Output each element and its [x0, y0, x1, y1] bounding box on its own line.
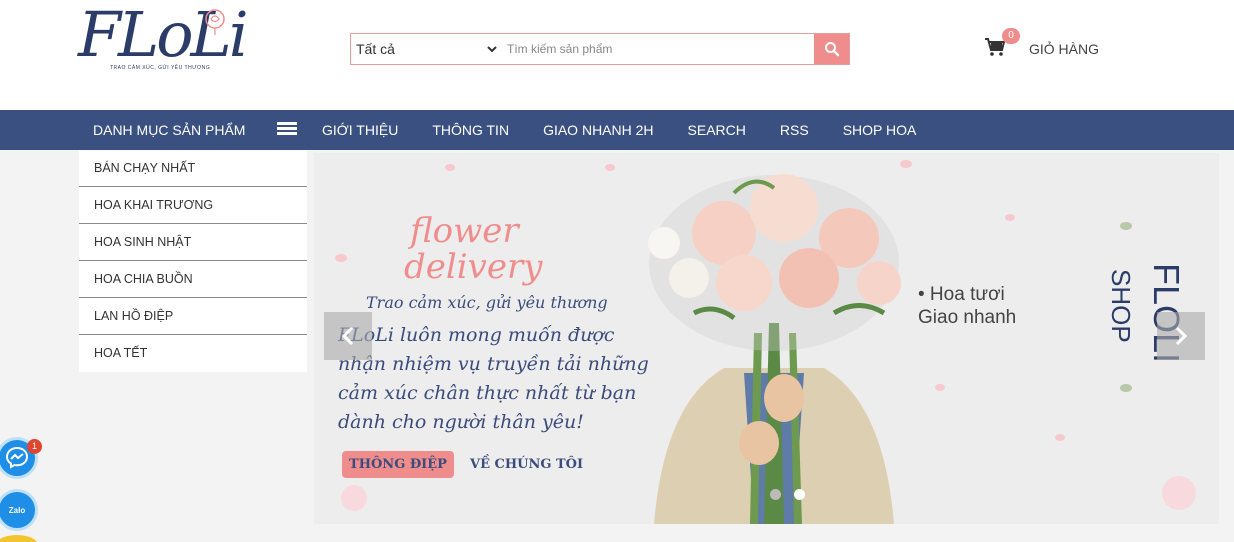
banner-feature-1: • Hoa tươi — [918, 284, 1005, 305]
nav-link-gioi-thieu[interactable]: GIỚI THIỆU — [322, 122, 398, 138]
nav-links: GIỚI THIỆU THÔNG TIN GIAO NHANH 2H SEARC… — [322, 122, 950, 138]
search-bar: Tất cả — [350, 33, 850, 65]
nav-link-thong-tin[interactable]: THÔNG TIN — [432, 122, 509, 138]
next-slide-button[interactable] — [1157, 312, 1205, 360]
petal-icon — [605, 164, 615, 171]
sidebar-item-hoa-tet[interactable]: HOA TẾT — [79, 335, 307, 372]
bouquet-person-image — [648, 174, 901, 524]
chevron-down-icon[interactable] — [486, 43, 498, 55]
blossom-icon — [341, 485, 367, 511]
hamburger-menu-icon[interactable] — [277, 122, 297, 137]
about-us-button[interactable]: VỀ CHÚNG TÔI — [470, 451, 583, 478]
category-menu-label[interactable]: DANH MỤC SẢN PHẨM — [93, 122, 245, 138]
phone-button[interactable] — [0, 535, 38, 542]
logo-tagline: TRAO CẢM XÚC, GỬI YÊU THƯƠNG — [110, 65, 211, 71]
petal-icon — [335, 254, 347, 262]
cart-label: GIỎ HÀNG — [1029, 41, 1100, 57]
leaf-icon — [1120, 222, 1132, 230]
site-header: FLoLi TRAO CẢM XÚC, GỬI YÊU THƯƠNG Tất c… — [0, 0, 1234, 110]
prev-slide-button[interactable] — [324, 312, 372, 360]
zalo-button[interactable]: Zalo — [0, 489, 38, 531]
cart-count-badge: 0 — [1002, 28, 1020, 44]
nav-link-search[interactable]: SEARCH — [688, 122, 746, 138]
search-input[interactable] — [501, 34, 816, 64]
category-sidebar: BÁN CHẠY NHẤT HOA KHAI TRƯƠNG HOA SINH N… — [79, 150, 307, 372]
messenger-badge: 1 — [27, 439, 42, 454]
vertical-brand-sub: SHOP — [1106, 269, 1136, 343]
chevron-right-icon — [1175, 326, 1188, 346]
petal-icon — [1055, 434, 1065, 441]
banner-feature-list: • Hoa tươi Giao nhanh — [918, 283, 1016, 329]
nav-link-shop-hoa[interactable]: SHOP HOA — [843, 122, 917, 138]
sidebar-item-chia-buon[interactable]: HOA CHIA BUỒN — [79, 261, 307, 298]
search-icon — [824, 42, 839, 57]
banner-script-line2: delivery — [404, 247, 543, 287]
search-button[interactable] — [814, 34, 849, 64]
banner-script-line1: flower — [410, 211, 519, 251]
petal-icon — [935, 384, 945, 391]
blossom-icon — [1162, 476, 1196, 510]
category-select[interactable]: Tất cả — [356, 41, 395, 57]
sidebar-item-lan-ho-diep[interactable]: LAN HỒ ĐIỆP — [79, 298, 307, 335]
banner-script-title: flower delivery — [404, 213, 542, 285]
zalo-label: Zalo — [8, 505, 26, 515]
nav-link-giao-nhanh[interactable]: GIAO NHANH 2H — [543, 122, 653, 138]
banner-subtitle: Trao cảm xúc, gửi yêu thương — [366, 293, 608, 312]
leaf-icon — [1120, 384, 1132, 392]
message-button[interactable]: THÔNG ĐIỆP — [342, 451, 454, 478]
sidebar-item-khai-truong[interactable]: HOA KHAI TRƯƠNG — [79, 187, 307, 224]
slide-dot-2[interactable] — [794, 489, 805, 500]
petal-icon — [1005, 214, 1015, 221]
slide-indicator — [770, 489, 818, 500]
messenger-icon — [5, 446, 29, 469]
banner-paragraph: FLoLi luôn mong muốn được nhận nhiệm vụ … — [338, 324, 649, 433]
cart-link[interactable]: 0 GIỎ HÀNG — [984, 28, 1104, 64]
site-logo[interactable]: FLoLi TRAO CẢM XÚC, GỬI YÊU THƯƠNG — [74, 0, 249, 104]
rose-icon — [205, 9, 225, 35]
slide-dot-1[interactable] — [770, 489, 781, 500]
sidebar-item-sinh-nhat[interactable]: HOA SINH NHẬT — [79, 224, 307, 261]
main-nav: DANH MỤC SẢN PHẨM GIỚI THIỆU THÔNG TIN G… — [0, 110, 1234, 150]
banner-feature-2: Giao nhanh — [918, 307, 1017, 328]
chevron-left-icon — [341, 326, 354, 346]
nav-link-rss[interactable]: RSS — [780, 122, 809, 138]
petal-icon — [445, 164, 455, 171]
sidebar-item-ban-chay[interactable]: BÁN CHẠY NHẤT — [79, 150, 307, 187]
hero-banner[interactable]: flower delivery Trao cảm xúc, gửi yêu th… — [314, 153, 1219, 524]
